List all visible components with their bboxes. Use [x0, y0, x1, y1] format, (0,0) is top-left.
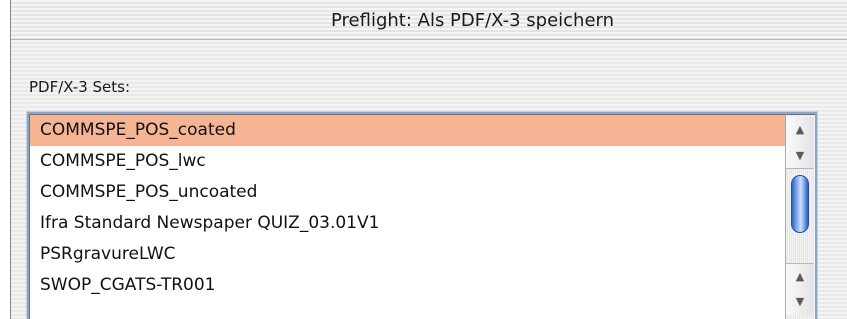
- list-item[interactable]: COMMSPE_POS_lwc: [30, 146, 785, 177]
- arrow-down-icon[interactable]: ▼: [786, 289, 814, 315]
- pdfx3-sets-list[interactable]: COMMSPE_POS_coated COMMSPE_POS_lwc COMMS…: [27, 112, 817, 319]
- sets-label: PDF/X-3 Sets:: [29, 78, 131, 96]
- list-item[interactable]: SWOP_CGATS-TR001: [30, 270, 785, 301]
- preflight-window: Preflight: Als PDF/X-3 speichern PDF/X-3…: [10, 0, 847, 319]
- arrow-down-icon[interactable]: ▼: [786, 143, 814, 169]
- scrollbar-thumb[interactable]: [791, 175, 809, 233]
- vertical-scrollbar[interactable]: ▲ ▼ ▲ ▼: [785, 114, 815, 319]
- list-item[interactable]: Ifra Standard Newspaper QUIZ_03.01V1: [30, 208, 785, 239]
- window-title: Preflight: Als PDF/X-3 speichern: [331, 10, 615, 31]
- arrow-up-icon[interactable]: ▲: [786, 117, 814, 143]
- list-item[interactable]: COMMSPE_POS_uncoated: [30, 177, 785, 208]
- arrow-up-icon[interactable]: ▲: [786, 263, 814, 289]
- list-content: COMMSPE_POS_coated COMMSPE_POS_lwc COMMS…: [29, 114, 785, 319]
- list-item[interactable]: PSRgravureLWC: [30, 239, 785, 270]
- title-bar[interactable]: Preflight: Als PDF/X-3 speichern: [11, 0, 847, 40]
- list-item[interactable]: COMMSPE_POS_coated: [30, 115, 785, 146]
